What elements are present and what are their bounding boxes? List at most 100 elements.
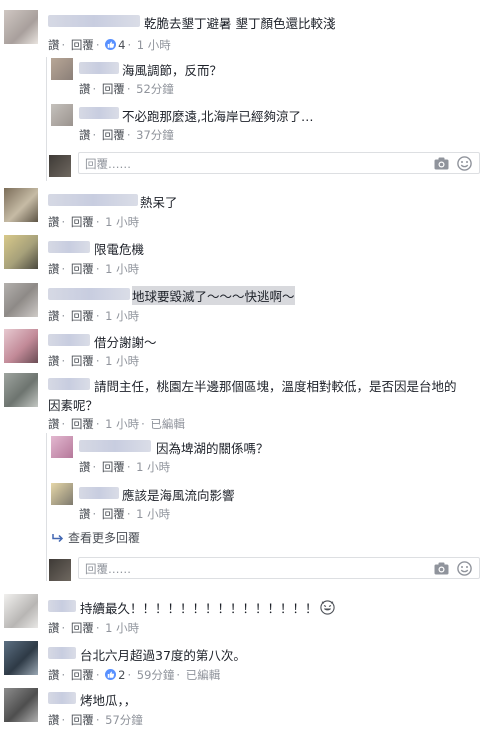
timestamp[interactable]: 59分鐘 [137,668,175,682]
timestamp[interactable]: 57分鐘 [105,713,143,727]
avatar[interactable] [4,235,38,269]
avatar[interactable] [4,283,38,317]
like-button[interactable]: 讚 [48,215,60,229]
like-count[interactable]: 4 [105,38,125,52]
reply-input[interactable]: 回覆…… [78,152,480,174]
author-name-blurred[interactable] [48,241,90,253]
reply-button[interactable]: 回覆 [102,128,125,142]
author-name-blurred[interactable] [48,194,138,206]
timestamp[interactable]: 1 小時 [136,507,170,521]
like-button[interactable]: 讚 [79,460,91,474]
emoji-icon[interactable] [457,156,472,171]
reply-button[interactable]: 回覆 [71,621,94,635]
avatar[interactable] [4,188,38,222]
avatar[interactable] [51,483,73,505]
reply-button[interactable]: 回覆 [71,713,94,727]
author-name-blurred[interactable] [79,107,119,119]
like-button[interactable]: 讚 [48,668,60,682]
like-button[interactable]: 讚 [79,507,91,521]
reply-input[interactable]: 回覆…… [78,557,480,579]
reply-placeholder: 回覆…… [85,562,131,576]
camera-icon[interactable] [434,562,449,575]
comment-text: 地球要毀滅了～～～快逃啊～ [132,286,295,305]
avatar[interactable] [4,329,38,363]
timestamp[interactable]: 1 小時 [105,309,139,323]
comment-meta: 讚 · 回覆 · 1 小時 [48,621,140,635]
emoji-icon[interactable] [457,561,472,576]
comment-text-line-1: 請問主任，桃園左半邊那個區塊，溫度相對較低，是否因是台地的 [94,379,457,394]
avatar[interactable] [4,688,38,722]
comment-meta: 讚 · 回覆 · 1 小時 · 已編輯 [48,417,185,431]
avatar[interactable] [4,373,38,407]
comment-meta: 讚 · 回覆 · 2 · 59分鐘 · 已編輯 [48,668,221,682]
avatar[interactable] [51,58,73,80]
author-name-blurred[interactable] [48,600,76,612]
comment-text: 限電危機 [94,242,145,257]
author-name-blurred[interactable] [48,647,76,659]
reply-button[interactable]: 回覆 [71,262,94,276]
timestamp[interactable]: 1 小時 [105,417,139,431]
avatar [49,559,71,581]
laughing-emoji-icon [319,600,335,615]
thumbs-up-icon [105,669,117,680]
reply-button[interactable]: 回覆 [71,668,94,682]
like-button[interactable]: 讚 [79,128,91,142]
author-name-blurred[interactable] [79,62,119,74]
reply-button[interactable]: 回覆 [71,309,94,323]
reply-button[interactable]: 回覆 [71,38,94,52]
timestamp[interactable]: 1 小時 [105,215,139,229]
avatar [49,155,71,177]
avatar[interactable] [4,10,38,44]
like-button[interactable]: 讚 [48,417,60,431]
timestamp[interactable]: 37分鐘 [136,128,174,142]
author-name-blurred[interactable] [48,288,130,300]
avatar[interactable] [51,436,73,458]
author-name-blurred[interactable] [79,487,119,499]
comment-text: 熱呆了 [140,195,178,210]
comment-meta: 讚 · 回覆 · 1 小時 [48,354,140,368]
edited-label[interactable]: 已編輯 [186,668,221,682]
like-button[interactable]: 讚 [48,262,60,276]
like-button[interactable]: 讚 [48,713,60,727]
thumbs-up-icon [105,39,117,50]
comment-text-body: 持續最久！！！！！！！！！！！！！！！ [80,601,318,616]
comment-meta: 讚 · 回覆 · 57分鐘 [48,713,143,727]
timestamp[interactable]: 1 小時 [137,38,171,52]
comment-text: 台北六月超過37度的第八次。 [80,648,246,663]
timestamp[interactable]: 1 小時 [105,621,139,635]
avatar[interactable] [4,641,38,675]
reply-placeholder: 回覆…… [85,157,131,171]
reply-button[interactable]: 回覆 [102,507,125,521]
like-button[interactable]: 讚 [48,309,60,323]
like-button[interactable]: 讚 [48,38,60,52]
edited-label[interactable]: 已編輯 [150,417,185,431]
comment-meta: 讚 · 回覆 · 1 小時 [79,460,171,474]
comment-meta: 讚 · 回覆 · 4 · 1 小時 [48,38,171,52]
like-button[interactable]: 讚 [48,621,60,635]
thread-line [46,433,47,581]
avatar[interactable] [4,594,38,628]
timestamp[interactable]: 1 小時 [136,460,170,474]
like-count[interactable]: 2 [105,668,125,682]
author-name-blurred[interactable] [48,378,90,390]
reply-button[interactable]: 回覆 [102,460,125,474]
like-button[interactable]: 讚 [79,82,91,96]
timestamp[interactable]: 52分鐘 [136,82,174,96]
comment-meta: 讚 · 回覆 · 1 小時 [79,507,171,521]
author-name-blurred[interactable] [48,334,90,346]
timestamp[interactable]: 1 小時 [105,262,139,276]
timestamp[interactable]: 1 小時 [105,354,139,368]
avatar[interactable] [51,104,73,126]
more-replies-link[interactable]: 查看更多回覆 [52,529,140,546]
reply-button[interactable]: 回覆 [71,354,94,368]
comment-text-line-2: 因素呢？ [48,398,99,413]
comment-meta: 讚 · 回覆 · 52分鐘 [79,82,174,96]
reply-button[interactable]: 回覆 [102,82,125,96]
author-name-blurred[interactable] [48,15,140,27]
author-name-blurred[interactable] [79,440,151,452]
reply-button[interactable]: 回覆 [71,215,94,229]
camera-icon[interactable] [434,157,449,170]
author-name-blurred[interactable] [48,692,76,704]
like-button[interactable]: 讚 [48,354,60,368]
reply-button[interactable]: 回覆 [71,417,94,431]
